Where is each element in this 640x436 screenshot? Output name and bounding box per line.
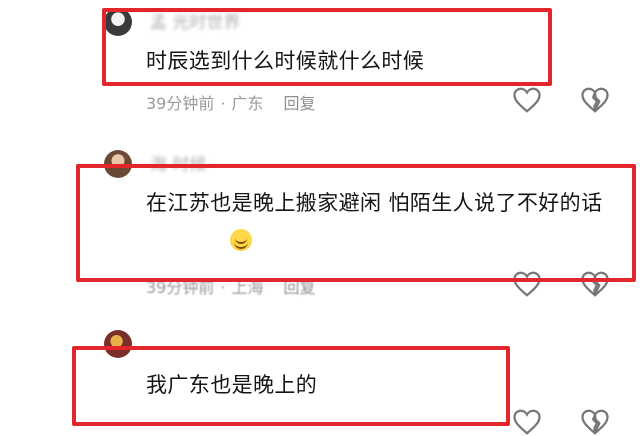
comment-location: 广东 — [231, 94, 264, 113]
highlight-box — [72, 346, 510, 426]
separator-dot: · — [220, 94, 226, 113]
broken-heart-icon[interactable] — [580, 86, 610, 114]
comment-time: 39分钟前 — [146, 94, 215, 113]
highlight-box — [102, 8, 552, 86]
comment-meta: 39分钟前 · 广东 回复 — [146, 90, 316, 114]
heart-icon[interactable] — [512, 408, 542, 436]
highlight-box — [76, 164, 636, 282]
heart-icon[interactable] — [512, 86, 542, 114]
broken-heart-icon[interactable] — [580, 408, 610, 436]
reply-button[interactable]: 回复 — [283, 94, 315, 113]
